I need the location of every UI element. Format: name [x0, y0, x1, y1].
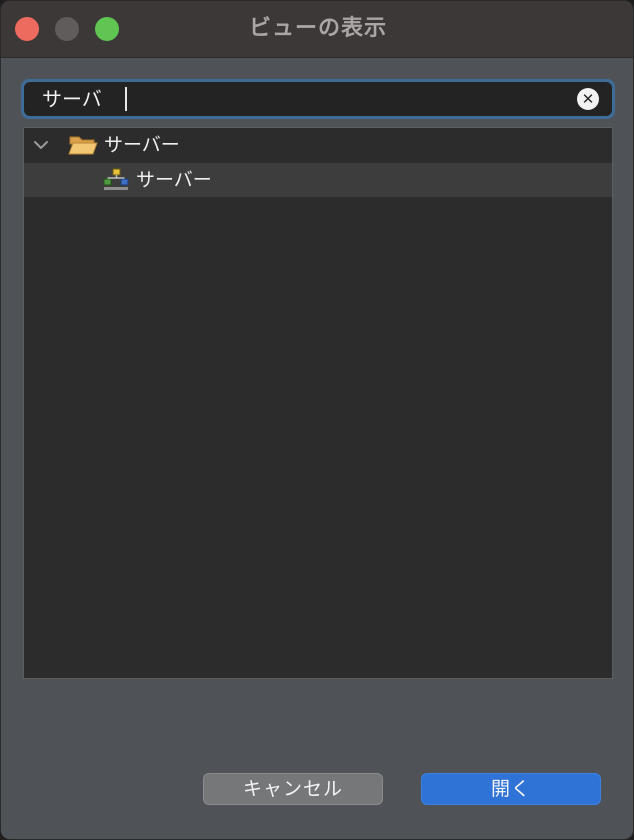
folder-open-icon: [68, 136, 98, 155]
show-view-dialog: ビューの表示 サーバ ✕ サーバー サーバー キャンセル 開く: [0, 0, 634, 840]
search-input[interactable]: サーバ ✕: [24, 82, 612, 116]
tree-item-label: サーバー: [136, 169, 212, 191]
tree-item-servers-view[interactable]: サーバー: [24, 163, 612, 197]
tree-item-servers-category[interactable]: サーバー: [24, 128, 612, 162]
title-bar: ビューの表示: [1, 1, 633, 58]
tree-item-label: サーバー: [104, 134, 180, 156]
open-button[interactable]: 開く: [421, 773, 601, 805]
clear-icon[interactable]: ✕: [577, 88, 599, 110]
chevron-down-icon[interactable]: [32, 136, 50, 154]
window-title: ビューの表示: [248, 16, 387, 41]
cancel-button[interactable]: キャンセル: [203, 773, 383, 805]
search-input-value: サーバ: [42, 87, 102, 111]
servers-view-icon: [103, 168, 129, 190]
text-cursor: [125, 87, 127, 111]
search-field-focus-ring: サーバ ✕: [21, 79, 615, 119]
view-tree[interactable]: サーバー サーバー: [23, 127, 613, 679]
